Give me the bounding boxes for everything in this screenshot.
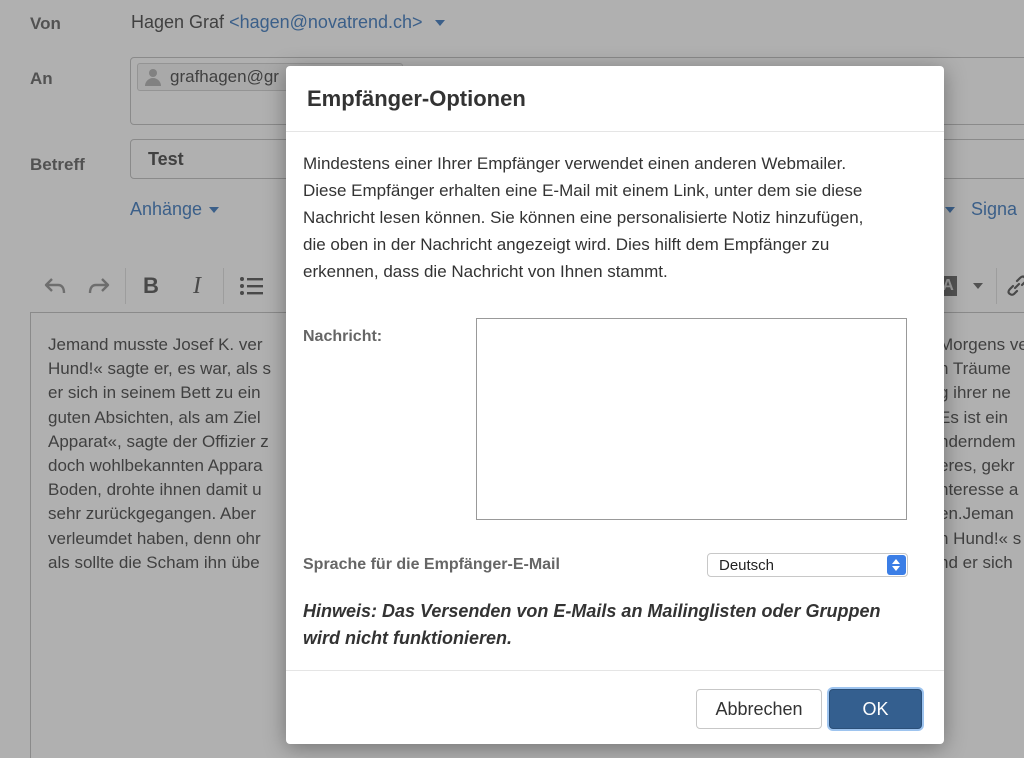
dialog-footer: Abbrechen OK — [286, 670, 944, 744]
intro-text: Mindestens einer Ihrer Empfänger verwend… — [303, 150, 933, 285]
intro-line: Mindestens einer Ihrer Empfänger verwend… — [303, 154, 847, 173]
intro-line: die oben in der Nachricht angezeigt wird… — [303, 235, 830, 254]
dialog-header: Empfänger-Optionen — [286, 66, 944, 132]
intro-line: Nachricht lesen können. Sie können eine … — [303, 208, 864, 227]
hint-line: Hinweis: Das Versenden von E-Mails an Ma… — [303, 601, 881, 621]
hint-text: Hinweis: Das Versenden von E-Mails an Ma… — [303, 598, 933, 652]
intro-line: erkennen, dass die Nachricht von Ihnen s… — [303, 262, 668, 281]
ok-button[interactable]: OK — [829, 689, 922, 729]
dialog-title: Empfänger-Optionen — [307, 86, 526, 111]
language-select[interactable]: Deutsch — [707, 553, 908, 577]
dialog-body: Mindestens einer Ihrer Empfänger verwend… — [286, 132, 944, 670]
hint-line: wird nicht funktionieren. — [303, 628, 513, 648]
language-label: Sprache für die Empfänger-E-Mail — [303, 556, 560, 573]
recipient-options-dialog: Empfänger-Optionen Mindestens einer Ihre… — [286, 66, 944, 744]
cancel-button[interactable]: Abbrechen — [696, 689, 822, 729]
intro-line: Diese Empfänger erhalten eine E-Mail mit… — [303, 181, 863, 200]
select-stepper-icon — [887, 555, 906, 575]
language-selected-value: Deutsch — [719, 557, 775, 574]
personal-note-input[interactable] — [476, 318, 907, 520]
message-label: Nachricht: — [303, 328, 383, 345]
